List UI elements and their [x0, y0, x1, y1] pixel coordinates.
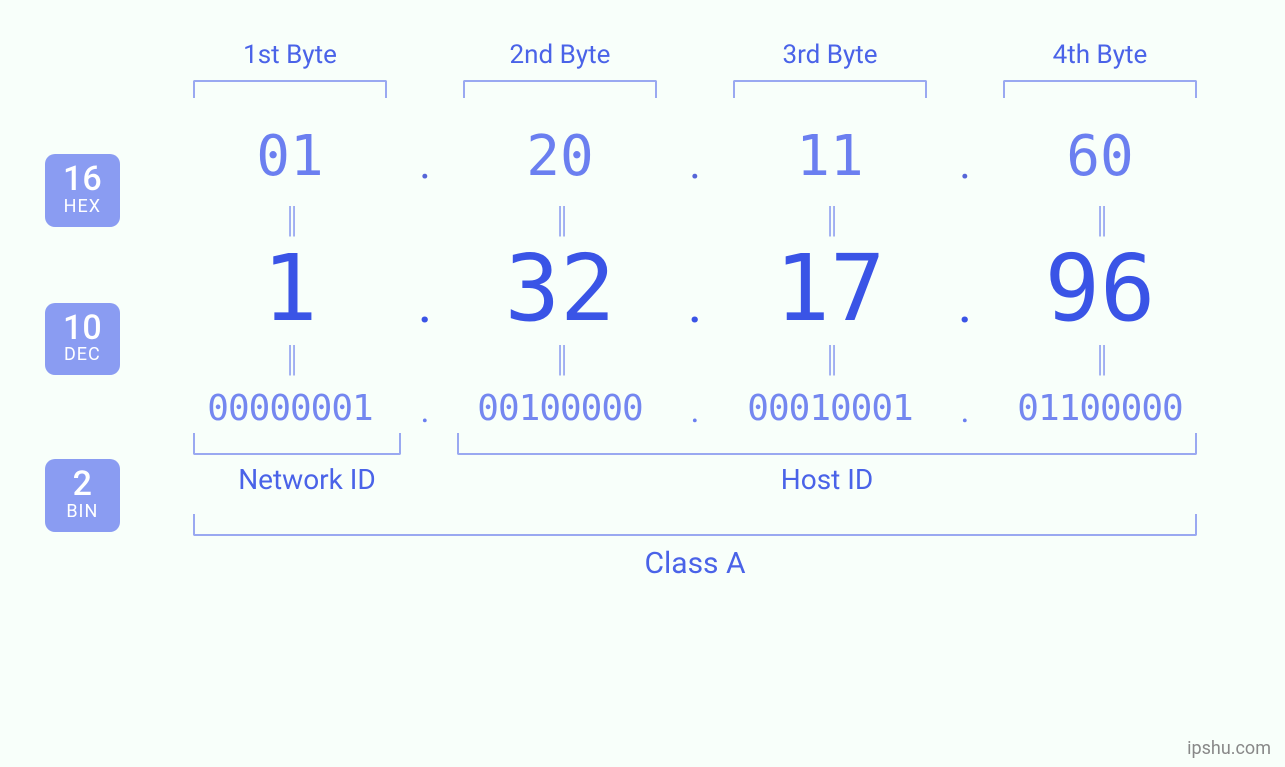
- byte-header-3: 3rd Byte: [715, 40, 945, 70]
- bin-dot-2: .: [691, 391, 700, 431]
- dec-byte-3: 17: [775, 235, 886, 342]
- dec-dot-1: .: [418, 270, 433, 336]
- badge-dec-num: 10: [63, 311, 102, 347]
- badge-hex-num: 16: [63, 162, 102, 198]
- equals-2b: ||: [556, 338, 564, 380]
- dec-row: 1 . 32 . 17 . 96: [175, 235, 1215, 342]
- byte-header-4: 4th Byte: [985, 40, 1215, 70]
- hex-dot-2: .: [689, 137, 701, 189]
- equals-2c: ||: [826, 338, 834, 380]
- badge-bin-label: BIN: [63, 503, 102, 522]
- id-brackets: [175, 433, 1215, 455]
- badge-dec-label: DEC: [63, 346, 102, 365]
- dec-dot-2: .: [688, 270, 703, 336]
- eq-row-2: || || || ||: [175, 338, 1215, 380]
- bin-byte-2: 00100000: [477, 388, 642, 429]
- badge-hex: 16 HEX: [45, 154, 120, 227]
- hex-byte-2: 20: [526, 124, 593, 189]
- bin-row: 00000001 . 00100000 . 00010001 . 0110000…: [175, 388, 1215, 429]
- dec-dot-3: .: [958, 270, 973, 336]
- hex-dot-1: .: [419, 137, 431, 189]
- top-bracket-2: [463, 80, 657, 98]
- badge-dec: 10 DEC: [45, 303, 120, 376]
- bin-byte-3: 00010001: [747, 388, 912, 429]
- host-id-bracket: [457, 433, 1197, 455]
- hex-byte-1: 01: [256, 124, 323, 189]
- network-id-label: Network ID: [175, 463, 439, 496]
- bin-byte-4: 01100000: [1017, 388, 1182, 429]
- id-labels: Network ID Host ID: [175, 463, 1215, 496]
- host-id-label: Host ID: [439, 463, 1215, 496]
- watermark: ipshu.com: [1187, 738, 1271, 759]
- badge-bin: 2 BIN: [45, 459, 120, 532]
- bin-dot-1: .: [421, 391, 430, 431]
- dec-byte-2: 32: [505, 235, 616, 342]
- diagram-container: 16 HEX 10 DEC 2 BIN 1st Byte 2nd Byte 3r…: [0, 0, 1285, 767]
- badge-bin-num: 2: [63, 467, 102, 503]
- hex-byte-4: 60: [1066, 124, 1133, 189]
- top-bracket-1: [193, 80, 387, 98]
- class-label: Class A: [175, 546, 1215, 581]
- hex-dot-3: .: [959, 137, 971, 189]
- byte-grid: 1st Byte 2nd Byte 3rd Byte 4th Byte 01 .…: [175, 40, 1215, 581]
- top-bracket-4: [1003, 80, 1197, 98]
- equals-2a: ||: [286, 338, 294, 380]
- dec-byte-1: 1: [262, 235, 317, 342]
- bin-byte-1: 00000001: [207, 388, 372, 429]
- network-id-bracket: [193, 433, 401, 455]
- dec-byte-4: 96: [1045, 235, 1156, 342]
- header-row: 1st Byte 2nd Byte 3rd Byte 4th Byte: [175, 40, 1215, 98]
- byte-header-1: 1st Byte: [175, 40, 405, 70]
- class-bracket: [193, 514, 1197, 536]
- top-bracket-3: [733, 80, 927, 98]
- byte-header-2: 2nd Byte: [445, 40, 675, 70]
- base-badges: 16 HEX 10 DEC 2 BIN: [45, 154, 120, 608]
- hex-byte-3: 11: [796, 124, 863, 189]
- bin-dot-3: .: [961, 391, 970, 431]
- badge-hex-label: HEX: [63, 198, 102, 217]
- equals-2d: ||: [1096, 338, 1104, 380]
- hex-row: 01 . 20 . 11 . 60: [175, 124, 1215, 189]
